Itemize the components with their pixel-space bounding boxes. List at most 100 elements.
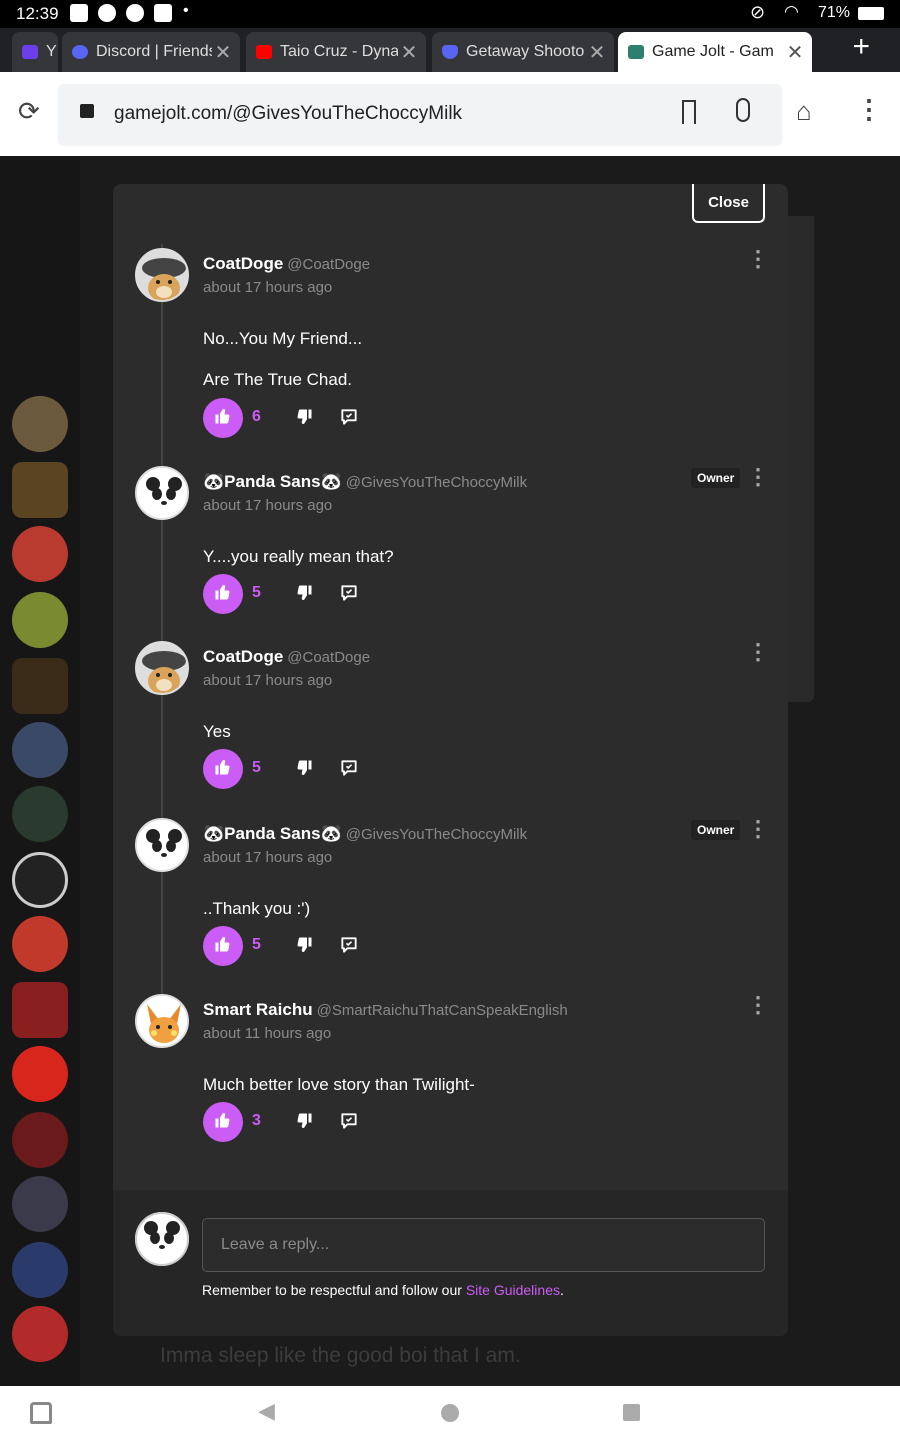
- community-avatar[interactable]: [12, 462, 68, 518]
- comment-body: No...You My Friend... Are The True Chad.: [203, 318, 362, 400]
- home-button-icon[interactable]: [441, 1404, 459, 1422]
- more-options-icon[interactable]: ⋮: [856, 94, 882, 125]
- tab-label: Game Jolt - Gam: [652, 43, 774, 60]
- close-tab-icon[interactable]: ✕: [586, 40, 608, 65]
- thumbs-down-icon: [295, 760, 313, 781]
- community-avatar[interactable]: [12, 1112, 68, 1168]
- reload-icon[interactable]: ⟳: [18, 96, 40, 127]
- close-tab-icon[interactable]: ✕: [784, 40, 806, 65]
- community-avatar[interactable]: [12, 982, 68, 1038]
- community-avatar[interactable]: [12, 658, 68, 714]
- status-bar: 12:39 • ⊘ ◠ 71%: [0, 0, 900, 28]
- community-avatar[interactable]: [12, 1176, 68, 1232]
- community-avatar[interactable]: [12, 786, 68, 842]
- like-button[interactable]: [203, 574, 243, 614]
- comment-timestamp[interactable]: about 17 hours ago: [203, 672, 332, 689]
- tab-yahoo[interactable]: Y: [12, 32, 58, 72]
- comment-timestamp[interactable]: about 17 hours ago: [203, 497, 332, 514]
- tab-youtube[interactable]: Taio Cruz - Dyna ✕: [246, 32, 426, 72]
- comment-author[interactable]: CoatDoge @CoatDoge: [203, 254, 370, 274]
- tab-gamejolt[interactable]: Game Jolt - Gam ✕: [618, 32, 812, 72]
- dislike-button[interactable]: [295, 759, 313, 777]
- user-avatar[interactable]: [135, 641, 189, 695]
- thumbs-down-icon: [295, 1113, 313, 1134]
- recents-icon[interactable]: [623, 1404, 640, 1421]
- author-name[interactable]: CoatDoge: [203, 647, 283, 666]
- site-guidelines-link[interactable]: Site Guidelines: [466, 1282, 560, 1298]
- reply-input[interactable]: [202, 1218, 765, 1272]
- user-avatar[interactable]: [135, 1212, 189, 1266]
- author-name[interactable]: Smart Raichu: [203, 1000, 313, 1019]
- user-avatar[interactable]: [135, 248, 189, 302]
- reply-button[interactable]: [339, 1111, 359, 1131]
- like-count: 5: [252, 759, 261, 776]
- home-icon[interactable]: ⌂: [796, 96, 812, 127]
- community-avatar[interactable]: [12, 722, 68, 778]
- mail-icon: [22, 45, 38, 59]
- comment-text-line: Yes: [203, 722, 231, 741]
- community-avatar[interactable]: [12, 592, 68, 648]
- bookmark-icon[interactable]: [682, 100, 696, 124]
- community-avatar[interactable]: [12, 1242, 68, 1298]
- more-options-icon[interactable]: ⋮: [747, 248, 769, 270]
- comment-author[interactable]: 🐼Panda Sans🐼 @GivesYouTheChoccyMilk: [203, 824, 527, 844]
- user-avatar[interactable]: [135, 818, 189, 872]
- dislike-button[interactable]: [295, 408, 313, 426]
- community-avatar[interactable]: [12, 916, 68, 972]
- like-button[interactable]: [203, 926, 243, 966]
- community-avatar[interactable]: [12, 1046, 68, 1102]
- like-button[interactable]: [203, 1102, 243, 1142]
- author-handle[interactable]: @CoatDoge: [287, 256, 370, 273]
- tab-discord[interactable]: Discord | Friends ✕: [62, 32, 240, 72]
- community-avatar[interactable]: [12, 396, 68, 452]
- user-avatar[interactable]: [135, 466, 189, 520]
- microphone-icon[interactable]: [736, 98, 750, 122]
- reply-button[interactable]: [339, 758, 359, 778]
- thumbs-down-icon: [295, 409, 313, 430]
- author-handle[interactable]: @CoatDoge: [287, 649, 370, 666]
- thumbs-up-icon: [214, 758, 232, 781]
- comment-timestamp[interactable]: about 17 hours ago: [203, 849, 332, 866]
- more-options-icon[interactable]: ⋮: [747, 466, 769, 488]
- community-avatar[interactable]: [12, 852, 68, 908]
- community-avatar[interactable]: [12, 526, 68, 582]
- like-count: 5: [252, 584, 261, 601]
- comment-author[interactable]: Smart Raichu @SmartRaichuThatCanSpeakEngl…: [203, 1000, 568, 1020]
- author-name[interactable]: CoatDoge: [203, 254, 283, 273]
- comment-body: Much better love story than Twilight-: [203, 1064, 475, 1105]
- dislike-button[interactable]: [295, 584, 313, 602]
- author-handle[interactable]: @GivesYouTheChoccyMilk: [346, 826, 527, 843]
- reply-button[interactable]: [339, 935, 359, 955]
- close-button[interactable]: Close: [692, 184, 765, 223]
- like-button[interactable]: [203, 749, 243, 789]
- dislike-button[interactable]: [295, 1112, 313, 1130]
- reply-button[interactable]: [339, 583, 359, 603]
- back-icon[interactable]: ◀: [258, 1398, 275, 1424]
- author-handle[interactable]: @GivesYouTheChoccyMilk: [346, 474, 527, 491]
- address-bar[interactable]: gamejolt.com/@GivesYouTheChoccyMilk: [58, 84, 782, 146]
- new-tab-icon[interactable]: +: [852, 32, 870, 62]
- author-name[interactable]: 🐼Panda Sans🐼: [203, 472, 342, 491]
- close-tab-icon[interactable]: ✕: [212, 40, 234, 65]
- android-nav-bar: ◀: [0, 1386, 900, 1440]
- community-avatar[interactable]: [12, 1306, 68, 1362]
- comment-author[interactable]: 🐼Panda Sans🐼 @GivesYouTheChoccyMilk: [203, 472, 527, 492]
- author-handle[interactable]: @SmartRaichuThatCanSpeakEnglish: [317, 1002, 568, 1019]
- comment-timestamp[interactable]: about 11 hours ago: [203, 1025, 331, 1042]
- more-options-icon[interactable]: ⋮: [747, 994, 769, 1016]
- dislike-button[interactable]: [295, 936, 313, 954]
- more-options-icon[interactable]: ⋮: [747, 641, 769, 663]
- thumbs-up-icon: [214, 1111, 232, 1134]
- close-tab-icon[interactable]: ✕: [398, 40, 420, 65]
- gear-icon: [126, 4, 144, 22]
- comment-timestamp[interactable]: about 17 hours ago: [203, 279, 332, 296]
- author-name[interactable]: 🐼Panda Sans🐼: [203, 824, 342, 843]
- reply-button[interactable]: [339, 407, 359, 427]
- user-avatar[interactable]: [135, 994, 189, 1048]
- like-button[interactable]: [203, 398, 243, 438]
- home-app-icon[interactable]: [30, 1402, 52, 1424]
- more-options-icon[interactable]: ⋮: [747, 818, 769, 840]
- tab-label: Y: [46, 43, 57, 60]
- comment-author[interactable]: CoatDoge @CoatDoge: [203, 647, 370, 667]
- tab-getaway[interactable]: Getaway Shooto ✕: [432, 32, 614, 72]
